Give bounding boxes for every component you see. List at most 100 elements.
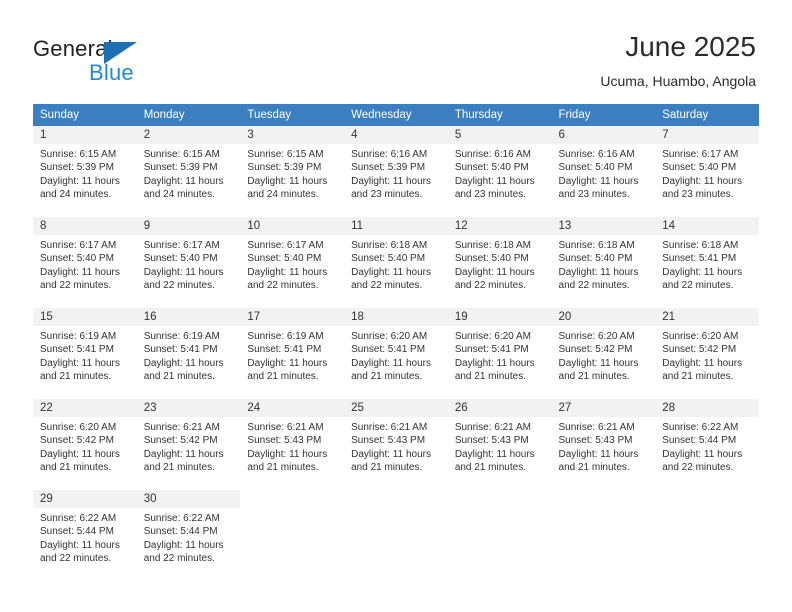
- day-number: 19: [447, 308, 552, 326]
- daylight-text-line1: Daylight: 11 hours: [558, 266, 639, 278]
- calendar-day-cell[interactable]: 11 Sunrise: 6:18 AM Sunset: 5:40 PM Dayligh…: [344, 216, 448, 308]
- calendar-day-cell[interactable]: 16 Sunrise: 6:19 AM Sunset: 5:41 PM Dayligh…: [136, 307, 241, 399]
- sunrise-text: Sunrise: 6:15 AM: [247, 149, 324, 160]
- calendar-day-cell[interactable]: 13 Sunrise: 6:18 AM Sunset: 5:40 PM Dayligh…: [551, 216, 656, 308]
- calendar-day-cell[interactable]: 23 Sunrise: 6:21 AM Sunset: 5:42 PM Dayligh…: [136, 398, 241, 490]
- day-number: [344, 490, 448, 508]
- calendar-day-cell-inner: [552, 490, 656, 580]
- calendar-day-cell[interactable]: 19 Sunrise: 6:20 AM Sunset: 5:41 PM Dayligh…: [447, 307, 552, 399]
- day-details: Sunrise: 6:18 AM Sunset: 5:40 PM Daylight:…: [344, 235, 448, 293]
- calendar-day-cell[interactable]: 25 Sunrise: 6:21 AM Sunset: 5:43 PM Dayligh…: [344, 398, 448, 490]
- calendar-day-cell-inner: 23 Sunrise: 6:21 AM Sunset: 5:42 PM Dayligh…: [136, 399, 241, 489]
- calendar-day-cell[interactable]: 29 Sunrise: 6:22 AM Sunset: 5:44 PM Dayligh…: [33, 489, 137, 581]
- general-blue-logo[interactable]: General Blue: [33, 36, 203, 86]
- calendar-day-cell[interactable]: 12 Sunrise: 6:18 AM Sunset: 5:40 PM Dayligh…: [447, 216, 552, 308]
- calendar-day-cell-inner: 19 Sunrise: 6:20 AM Sunset: 5:41 PM Dayligh…: [447, 308, 552, 398]
- daylight-text-line1: Daylight: 11 hours: [143, 539, 224, 551]
- daylight-text-line2: and 24 minutes.: [40, 189, 112, 201]
- day-number: [552, 490, 656, 508]
- calendar-week-row: 22 Sunrise: 6:20 AM Sunset: 5:42 PM Dayligh…: [33, 398, 759, 490]
- sunrise-text: Sunrise: 6:18 AM: [454, 240, 531, 251]
- sunrise-text: Sunrise: 6:20 AM: [662, 331, 739, 342]
- calendar-day-cell-inner: [448, 490, 552, 580]
- calendar-table: Sunday Monday Tuesday Wednesday Thursday…: [33, 104, 759, 581]
- sunrise-text: Sunrise: 6:15 AM: [40, 149, 117, 160]
- calendar-day-cell[interactable]: 22 Sunrise: 6:20 AM Sunset: 5:42 PM Dayligh…: [33, 398, 137, 490]
- daylight-text-line2: and 23 minutes.: [558, 189, 630, 201]
- calendar-day-cell[interactable]: 20 Sunrise: 6:20 AM Sunset: 5:42 PM Dayligh…: [551, 307, 656, 399]
- calendar-day-cell-empty: [447, 489, 552, 581]
- calendar-day-cell[interactable]: 26 Sunrise: 6:21 AM Sunset: 5:43 PM Dayligh…: [447, 398, 552, 490]
- page-header: General Blue June 2025 Ucuma, Huambo, An…: [0, 0, 792, 100]
- weekday-header-friday: Friday: [551, 104, 656, 126]
- daylight-text-line1: Daylight: 11 hours: [40, 539, 120, 551]
- sunrise-text: Sunrise: 6:20 AM: [40, 422, 117, 433]
- sunrise-text: Sunrise: 6:17 AM: [662, 149, 739, 160]
- sunrise-text: Sunrise: 6:20 AM: [454, 331, 531, 342]
- daylight-text-line2: and 22 minutes.: [143, 553, 215, 565]
- calendar-day-cell[interactable]: 2 Sunrise: 6:15 AM Sunset: 5:39 PM Daylight…: [136, 126, 241, 217]
- sunrise-text: Sunrise: 6:19 AM: [143, 331, 220, 342]
- calendar-day-cell[interactable]: 14 Sunrise: 6:18 AM Sunset: 5:41 PM Dayligh…: [655, 216, 759, 308]
- daylight-text-line1: Daylight: 11 hours: [40, 448, 120, 460]
- sunrise-text: Sunrise: 6:17 AM: [40, 240, 117, 251]
- sunset-text: Sunset: 5:39 PM: [247, 162, 322, 174]
- day-number: [240, 490, 344, 508]
- calendar-day-cell[interactable]: 9 Sunrise: 6:17 AM Sunset: 5:40 PM Daylight…: [136, 216, 241, 308]
- day-details: Sunrise: 6:15 AM Sunset: 5:39 PM Daylight:…: [137, 144, 241, 202]
- day-details: Sunrise: 6:19 AM Sunset: 5:41 PM Daylight:…: [137, 326, 241, 384]
- calendar-day-cell-inner: 24 Sunrise: 6:21 AM Sunset: 5:43 PM Dayligh…: [240, 399, 345, 489]
- day-number: 4: [344, 126, 448, 144]
- sunrise-text: Sunrise: 6:21 AM: [143, 422, 220, 433]
- calendar-week-row: 29 Sunrise: 6:22 AM Sunset: 5:44 PM Dayligh…: [33, 489, 759, 581]
- daylight-text-line1: Daylight: 11 hours: [662, 357, 743, 369]
- daylight-text-line2: and 22 minutes.: [558, 280, 630, 292]
- daylight-text-line1: Daylight: 11 hours: [454, 175, 535, 187]
- daylight-text-line2: and 22 minutes.: [40, 280, 112, 292]
- daylight-text-line1: Daylight: 11 hours: [143, 175, 224, 187]
- calendar-day-cell-inner: 6 Sunrise: 6:16 AM Sunset: 5:40 PM Daylight…: [551, 126, 656, 216]
- calendar-day-cell[interactable]: 21 Sunrise: 6:20 AM Sunset: 5:42 PM Dayligh…: [655, 307, 759, 399]
- calendar-day-cell[interactable]: 7 Sunrise: 6:17 AM Sunset: 5:40 PM Daylight…: [655, 126, 759, 217]
- day-details: Sunrise: 6:21 AM Sunset: 5:43 PM Daylight:…: [344, 417, 448, 475]
- day-number: 12: [447, 217, 552, 235]
- day-details: Sunrise: 6:16 AM Sunset: 5:40 PM Daylight:…: [448, 144, 552, 202]
- sunrise-text: Sunrise: 6:16 AM: [454, 149, 531, 160]
- calendar-day-cell[interactable]: 18 Sunrise: 6:20 AM Sunset: 5:41 PM Dayligh…: [344, 307, 448, 399]
- title-block: June 2025 Ucuma, Huambo, Angola: [600, 30, 756, 91]
- day-details: Sunrise: 6:19 AM Sunset: 5:41 PM Daylight:…: [240, 326, 344, 384]
- calendar-day-cell[interactable]: 5 Sunrise: 6:16 AM Sunset: 5:40 PM Daylight…: [447, 126, 552, 217]
- day-number: 2: [136, 126, 241, 144]
- calendar-day-cell[interactable]: 17 Sunrise: 6:19 AM Sunset: 5:41 PM Dayligh…: [240, 307, 345, 399]
- calendar-day-cell[interactable]: 28 Sunrise: 6:22 AM Sunset: 5:44 PM Dayligh…: [655, 398, 759, 490]
- calendar-day-cell[interactable]: 27 Sunrise: 6:21 AM Sunset: 5:43 PM Dayligh…: [551, 398, 656, 490]
- daylight-text-line2: and 21 minutes.: [558, 371, 630, 383]
- calendar-day-cell[interactable]: 15 Sunrise: 6:19 AM Sunset: 5:41 PM Dayligh…: [33, 307, 137, 399]
- daylight-text-line2: and 22 minutes.: [247, 280, 319, 292]
- sunset-text: Sunset: 5:40 PM: [351, 253, 426, 265]
- daylight-text-line2: and 22 minutes.: [662, 462, 734, 474]
- daylight-text-line2: and 22 minutes.: [40, 553, 112, 565]
- calendar-day-cell[interactable]: 30 Sunrise: 6:22 AM Sunset: 5:44 PM Dayligh…: [136, 489, 241, 581]
- calendar-day-cell[interactable]: 8 Sunrise: 6:17 AM Sunset: 5:40 PM Daylight…: [33, 216, 137, 308]
- sunrise-text: Sunrise: 6:22 AM: [662, 422, 739, 433]
- sunset-text: Sunset: 5:42 PM: [558, 344, 633, 356]
- calendar-week-row: 15 Sunrise: 6:19 AM Sunset: 5:41 PM Dayligh…: [33, 307, 759, 399]
- weekday-header-sunday: Sunday: [33, 104, 137, 126]
- day-details: Sunrise: 6:16 AM Sunset: 5:39 PM Daylight:…: [344, 144, 448, 202]
- day-number: 6: [551, 126, 656, 144]
- calendar-day-cell-inner: 11 Sunrise: 6:18 AM Sunset: 5:40 PM Dayligh…: [344, 217, 448, 307]
- calendar-day-cell[interactable]: 24 Sunrise: 6:21 AM Sunset: 5:43 PM Dayligh…: [240, 398, 345, 490]
- calendar-page: General Blue June 2025 Ucuma, Huambo, An…: [0, 0, 792, 612]
- calendar-day-cell[interactable]: 10 Sunrise: 6:17 AM Sunset: 5:40 PM Dayligh…: [240, 216, 345, 308]
- calendar-day-cell[interactable]: 1 Sunrise: 6:15 AM Sunset: 5:39 PM Daylight…: [33, 126, 137, 217]
- day-number: 20: [551, 308, 656, 326]
- calendar-day-cell[interactable]: 4 Sunrise: 6:16 AM Sunset: 5:39 PM Daylight…: [344, 126, 448, 217]
- day-number: 8: [33, 217, 137, 235]
- calendar-day-cell[interactable]: 6 Sunrise: 6:16 AM Sunset: 5:40 PM Daylight…: [551, 126, 656, 217]
- daylight-text-line1: Daylight: 11 hours: [247, 357, 328, 369]
- day-number: 29: [33, 490, 137, 508]
- calendar-day-cell-inner: 21 Sunrise: 6:20 AM Sunset: 5:42 PM Dayligh…: [655, 308, 759, 398]
- logo-text-blue: Blue: [89, 60, 134, 85]
- calendar-day-cell[interactable]: 3 Sunrise: 6:15 AM Sunset: 5:39 PM Daylight…: [240, 126, 345, 217]
